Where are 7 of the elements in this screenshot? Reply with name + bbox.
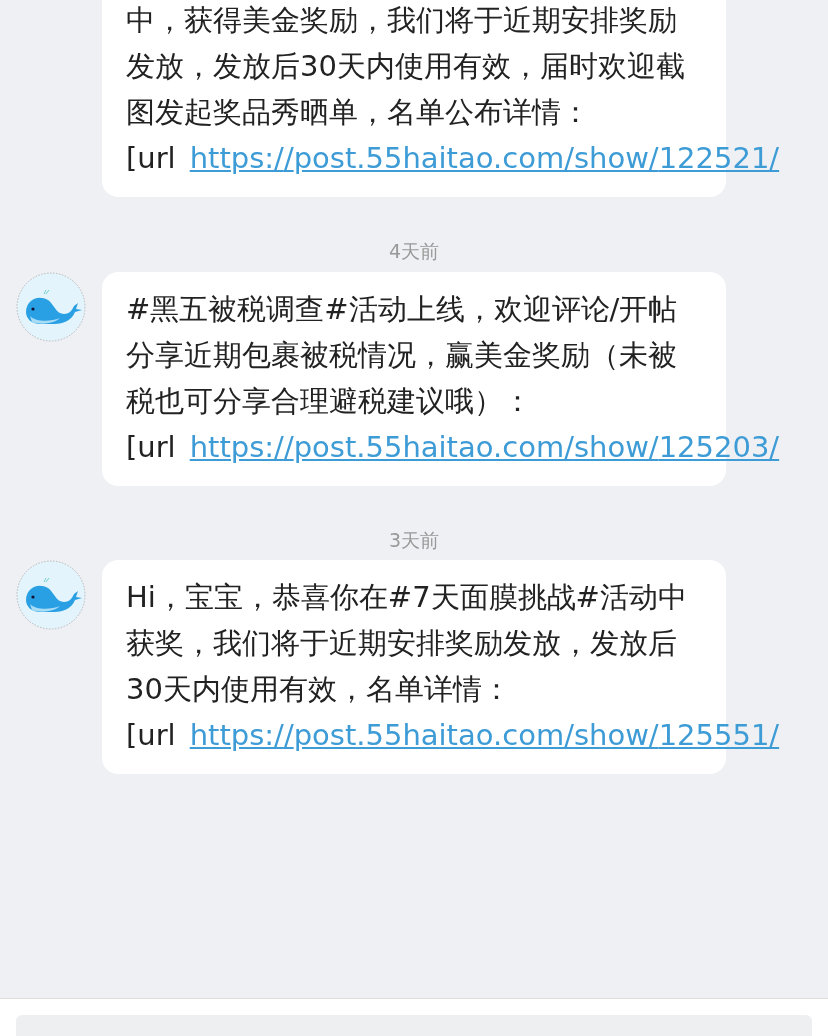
whale-avatar <box>16 560 86 630</box>
timestamp: 3天前 <box>387 527 441 553</box>
link[interactable]: https://post.55haitao.com/show/122521/ <box>189 141 780 175</box>
whale-avatar <box>16 271 86 342</box>
link[interactable]: https://post.55haitao.com/show/125203/ <box>189 429 780 464</box>
timestamp: 4天前 <box>387 239 441 264</box>
link[interactable]: https://post.55haitao.com/show/125551/ <box>189 718 780 752</box>
